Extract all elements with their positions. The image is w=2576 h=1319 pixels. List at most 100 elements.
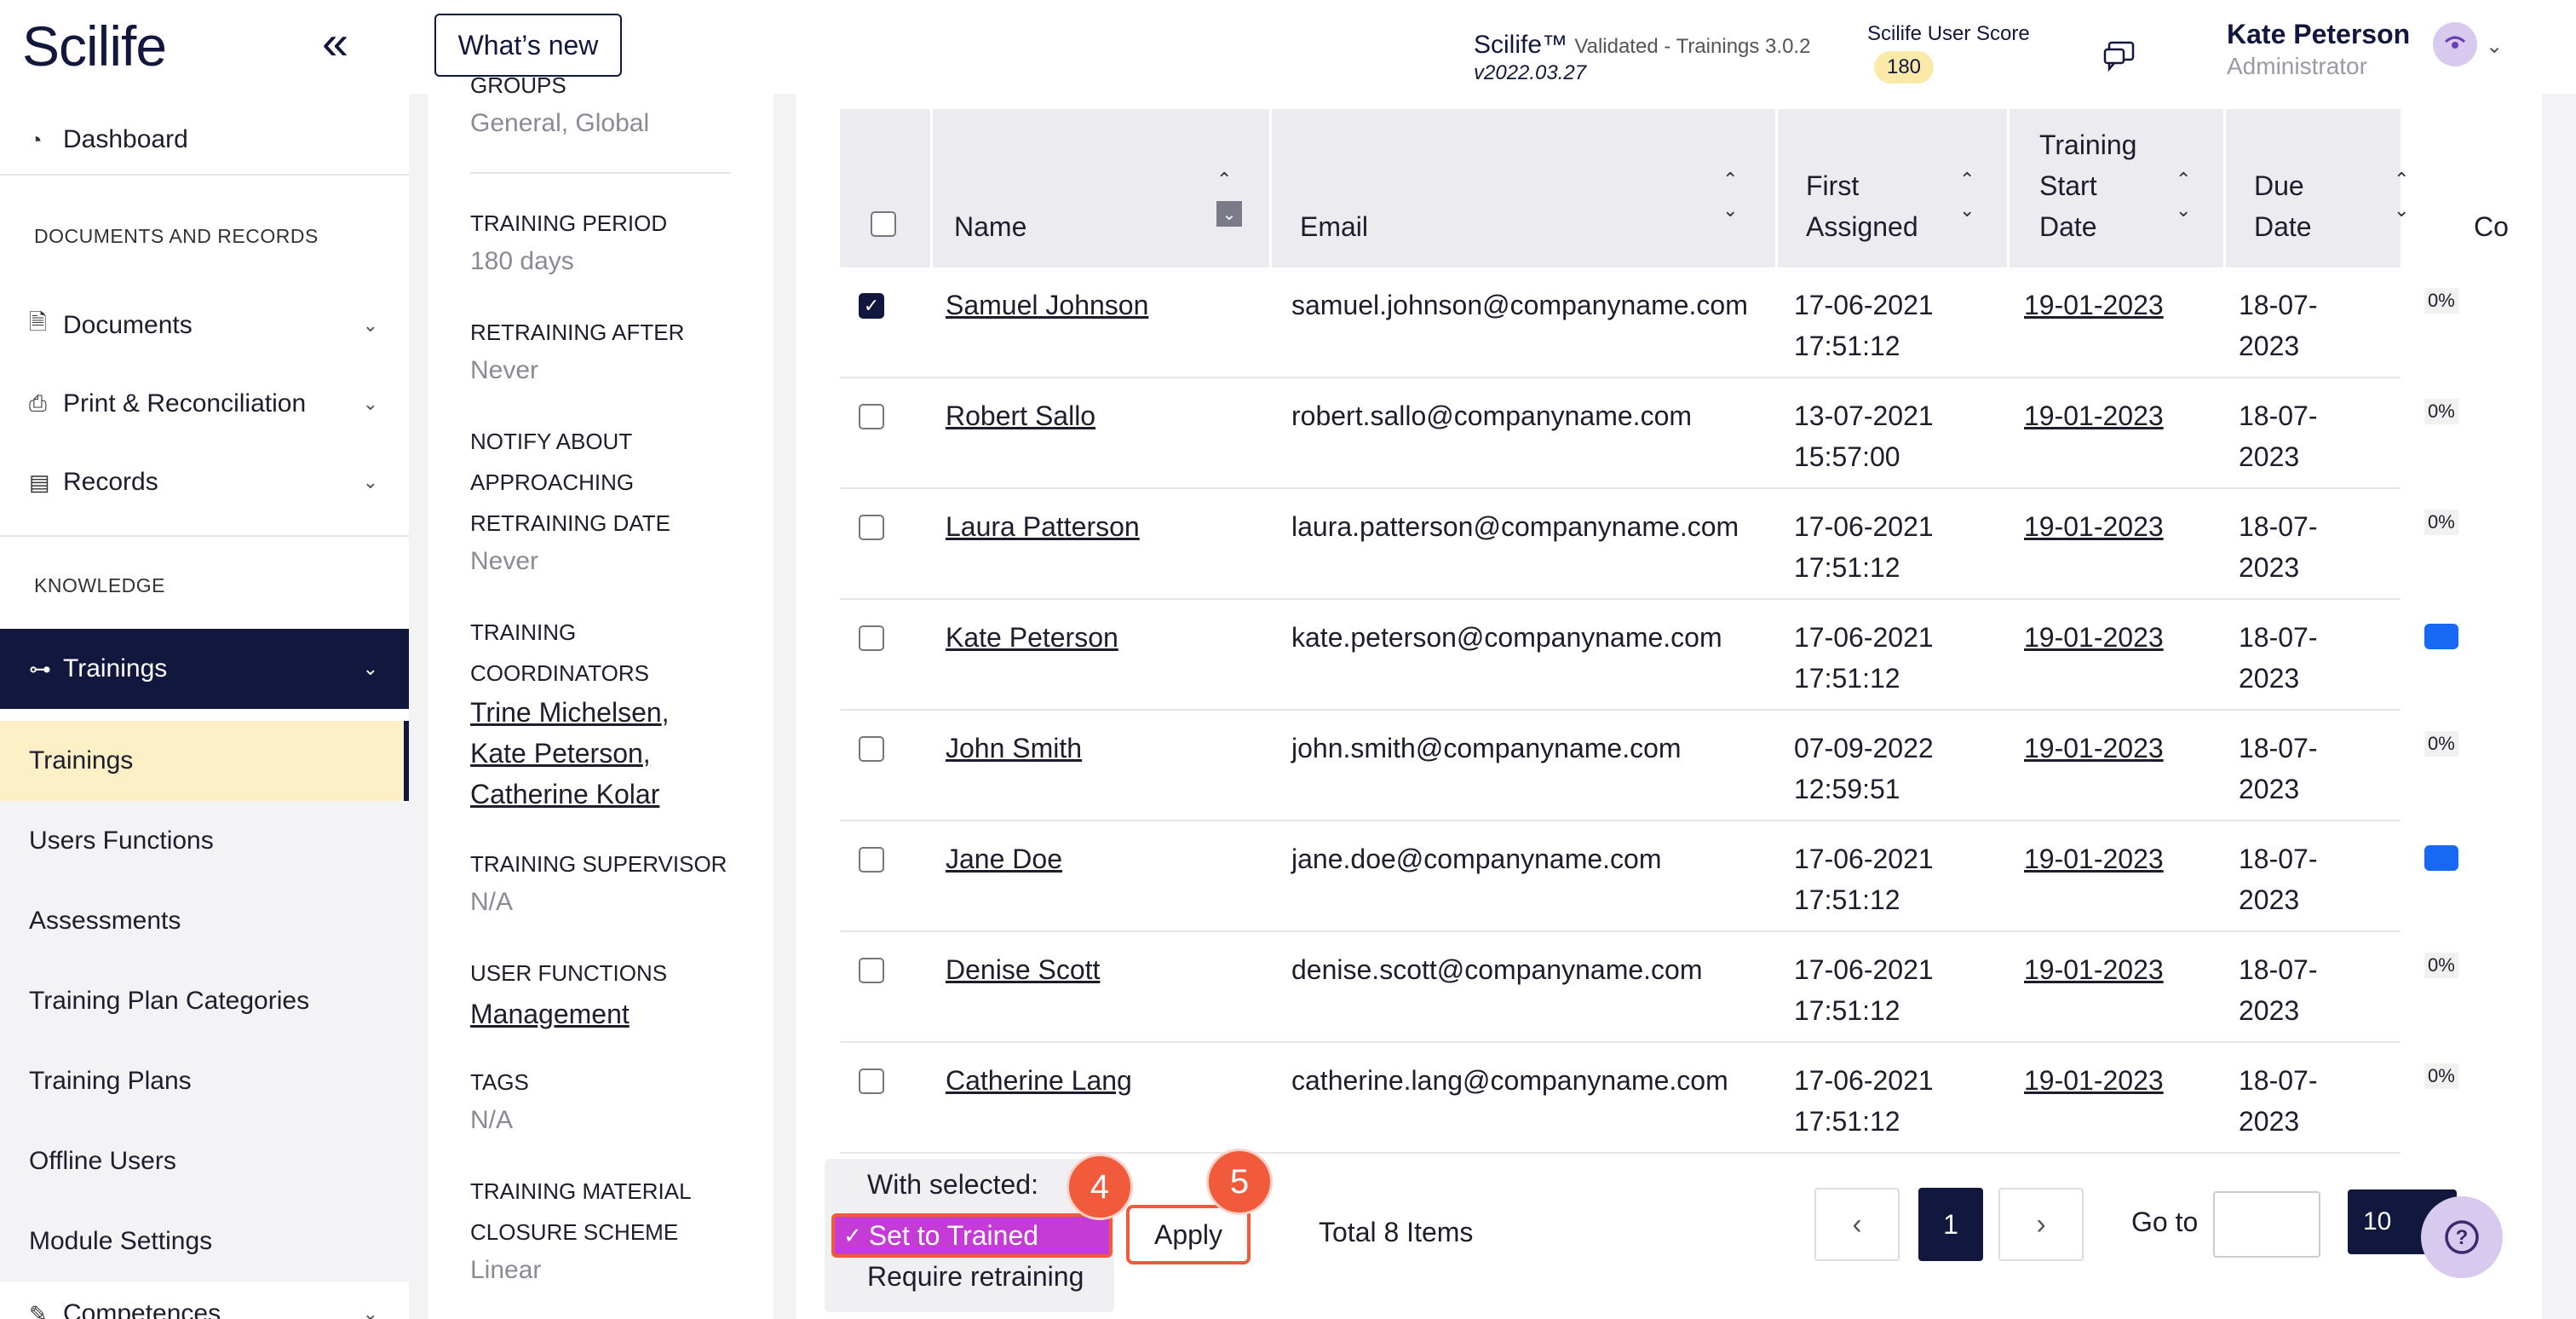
next-page-chevron-icon[interactable]: › [1998,1188,2084,1261]
training-period-value: 180 days [470,247,574,275]
row-checkbox[interactable] [859,958,884,983]
column-separator [930,109,933,268]
sidebar-subitem-module-settings[interactable]: Module Settings [0,1201,409,1282]
sidebar-subitem-users-functions[interactable]: Users Functions [0,801,409,881]
coordinator-link[interactable]: Kate Peterson, [470,733,651,774]
user-name-link[interactable]: Jane Doe [946,838,1062,879]
first-assigned: 17-06-2021 17:51:12 [1794,511,1934,583]
training-start-date-link[interactable]: 19-01-2023 [2024,728,2164,769]
first-assigned: 17-06-2021 17:51:12 [1794,622,1934,694]
table-header: Name ⌃ ⌄ Email ⌃ ⌄ First Assigned ⌃ ⌄ Tra… [840,109,2509,268]
retraining-after-value: Never [470,356,539,384]
user-name-link[interactable]: John Smith [946,728,1082,769]
column-header-completion[interactable]: Co [2474,206,2509,247]
row-checkbox[interactable] [859,515,884,540]
user-name-link[interactable]: Denise Scott [946,949,1100,990]
column-header-first-assigned[interactable]: First Assigned [1806,165,1918,247]
sidebar-subitem-assessments[interactable]: Assessments [0,881,409,961]
option-set-to-trained[interactable]: ✓ Set to Trained [831,1213,1113,1258]
user-name-link[interactable]: Samuel Johnson [946,285,1148,325]
completion-percent: 0% [2424,510,2458,535]
row-checkbox[interactable] [859,625,884,651]
user-score-label: Scilife User Score [1867,22,2030,45]
user-name-link[interactable]: Catherine Lang [946,1060,1132,1101]
column-separator [2007,109,2010,268]
retraining-after-label: RETRAINING AFTER [470,320,685,345]
sort-desc-icon[interactable]: ⌄ [2394,201,2409,220]
sort-asc-icon[interactable]: ⌃ [2176,170,2191,189]
avatar[interactable] [2433,22,2477,66]
training-start-date-link[interactable]: 19-01-2023 [2024,506,2164,547]
training-start-date-link[interactable]: 19-01-2023 [2024,285,2164,325]
training-start-date-link[interactable]: 19-01-2023 [2024,395,2164,436]
user-function-link[interactable]: Management [470,994,630,1034]
current-page[interactable]: 1 [1918,1188,1983,1261]
sort-desc-icon[interactable]: ⌄ [1959,201,1975,220]
sidebar-subitem-trainings[interactable]: Trainings [0,721,409,801]
user-menu-chevron-icon[interactable]: ⌄ [2486,34,2503,59]
sort-asc-icon[interactable]: ⌃ [1959,170,1975,189]
app-version: v2022.03.27 [1474,61,1587,84]
user-email: denise.scott@companyname.com [1291,954,1703,985]
help-button[interactable]: ? [2421,1196,2503,1278]
feedback-chat-icon[interactable] [2102,39,2136,73]
user-email: kate.peterson@companyname.com [1291,622,1722,653]
sidebar-subitem-training-plans[interactable]: Training Plans [0,1041,409,1121]
sort-desc-icon[interactable]: ⌄ [2176,201,2191,220]
with-selected-label: With selected: [867,1169,1038,1200]
sidebar-item-records[interactable]: ▤ Records ⌄ [0,458,409,506]
sort-asc-icon[interactable]: ⌃ [1722,170,1738,189]
training-details-panel: GROUPS General, Global TRAINING PERIOD 1… [428,72,773,1319]
prev-page-chevron-icon[interactable]: ‹ [1814,1188,1900,1261]
table-row: Laura Patterson laura.patterson@companyn… [840,489,2458,600]
column-header-due-date[interactable]: Due Date [2254,165,2312,247]
sidebar-item-competences[interactable]: ✎ Competences ⌄ [0,1290,409,1319]
sort-asc-icon[interactable]: ⌃ [2394,170,2409,189]
due-date: 18-07- 2023 [2239,844,2318,915]
row-checkbox[interactable]: ✓ [859,293,884,319]
column-header-training-start-date[interactable]: Training Start Date [2039,124,2136,247]
sidebar-item-dashboard[interactable]: ◔ Dashboard [0,116,409,164]
row-checkbox[interactable] [859,1068,884,1094]
user-name-link[interactable]: Laura Patterson [946,506,1140,547]
first-assigned: 07-09-2022 12:59:51 [1794,733,1934,804]
sort-asc-icon[interactable]: ⌃ [1216,170,1232,189]
column-header-email[interactable]: Email [1300,206,1368,247]
coordinator-link[interactable]: Catherine Kolar [470,774,659,815]
training-start-date-link[interactable]: 19-01-2023 [2024,949,2164,990]
column-header-name[interactable]: Name [954,206,1026,247]
sidebar-subitem-offline-users[interactable]: Offline Users [0,1121,409,1201]
user-name-link[interactable]: Kate Peterson [946,617,1118,658]
training-start-date-link[interactable]: 19-01-2023 [2024,1060,2164,1101]
sidebar-item-trainings-group[interactable]: ⊶ Trainings ⌄ [0,629,409,709]
chevron-down-icon: ⌄ [362,393,378,414]
avatar-face-icon [2444,36,2466,49]
sort-desc-icon[interactable]: ⌄ [1722,201,1738,220]
section-documents-records: DOCUMENTS AND RECORDS [34,225,319,247]
section-knowledge: KNOWLEDGE [34,574,166,596]
sidebar-item-documents[interactable]: 🗎 Documents ⌄ [0,302,409,349]
sort-desc-icon[interactable]: ⌄ [1216,201,1242,227]
column-separator [1775,109,1778,268]
go-to-label: Go to [2131,1207,2199,1237]
user-name[interactable]: Kate Peterson [2227,19,2410,50]
user-name-link[interactable]: Robert Sallo [946,395,1095,436]
tags-label: TAGS [470,1069,529,1095]
collapse-sidebar-icon[interactable]: « [322,19,348,66]
check-icon: ✓ [843,1222,862,1248]
training-start-date-link[interactable]: 19-01-2023 [2024,838,2164,879]
row-checkbox[interactable] [859,847,884,873]
row-checkbox[interactable] [859,736,884,762]
sidebar-item-print-reconciliation[interactable]: ⎙ Print & Reconciliation ⌄ [0,380,409,428]
go-to-page-input[interactable] [2213,1191,2320,1258]
supervisor-value: N/A [470,888,514,916]
competences-icon: ✎ [29,1300,48,1319]
select-all-checkbox[interactable] [871,211,896,237]
scilife-logo[interactable]: Scilife [22,14,167,78]
coordinator-link[interactable]: Trine Michelsen, [470,692,670,733]
option-require-retraining[interactable]: Require retraining [867,1261,1084,1293]
training-start-date-link[interactable]: 19-01-2023 [2024,617,2164,658]
first-assigned: 17-06-2021 17:51:12 [1794,954,1934,1026]
sidebar-subitem-training-plan-categories[interactable]: Training Plan Categories [0,961,409,1041]
row-checkbox[interactable] [859,404,884,429]
